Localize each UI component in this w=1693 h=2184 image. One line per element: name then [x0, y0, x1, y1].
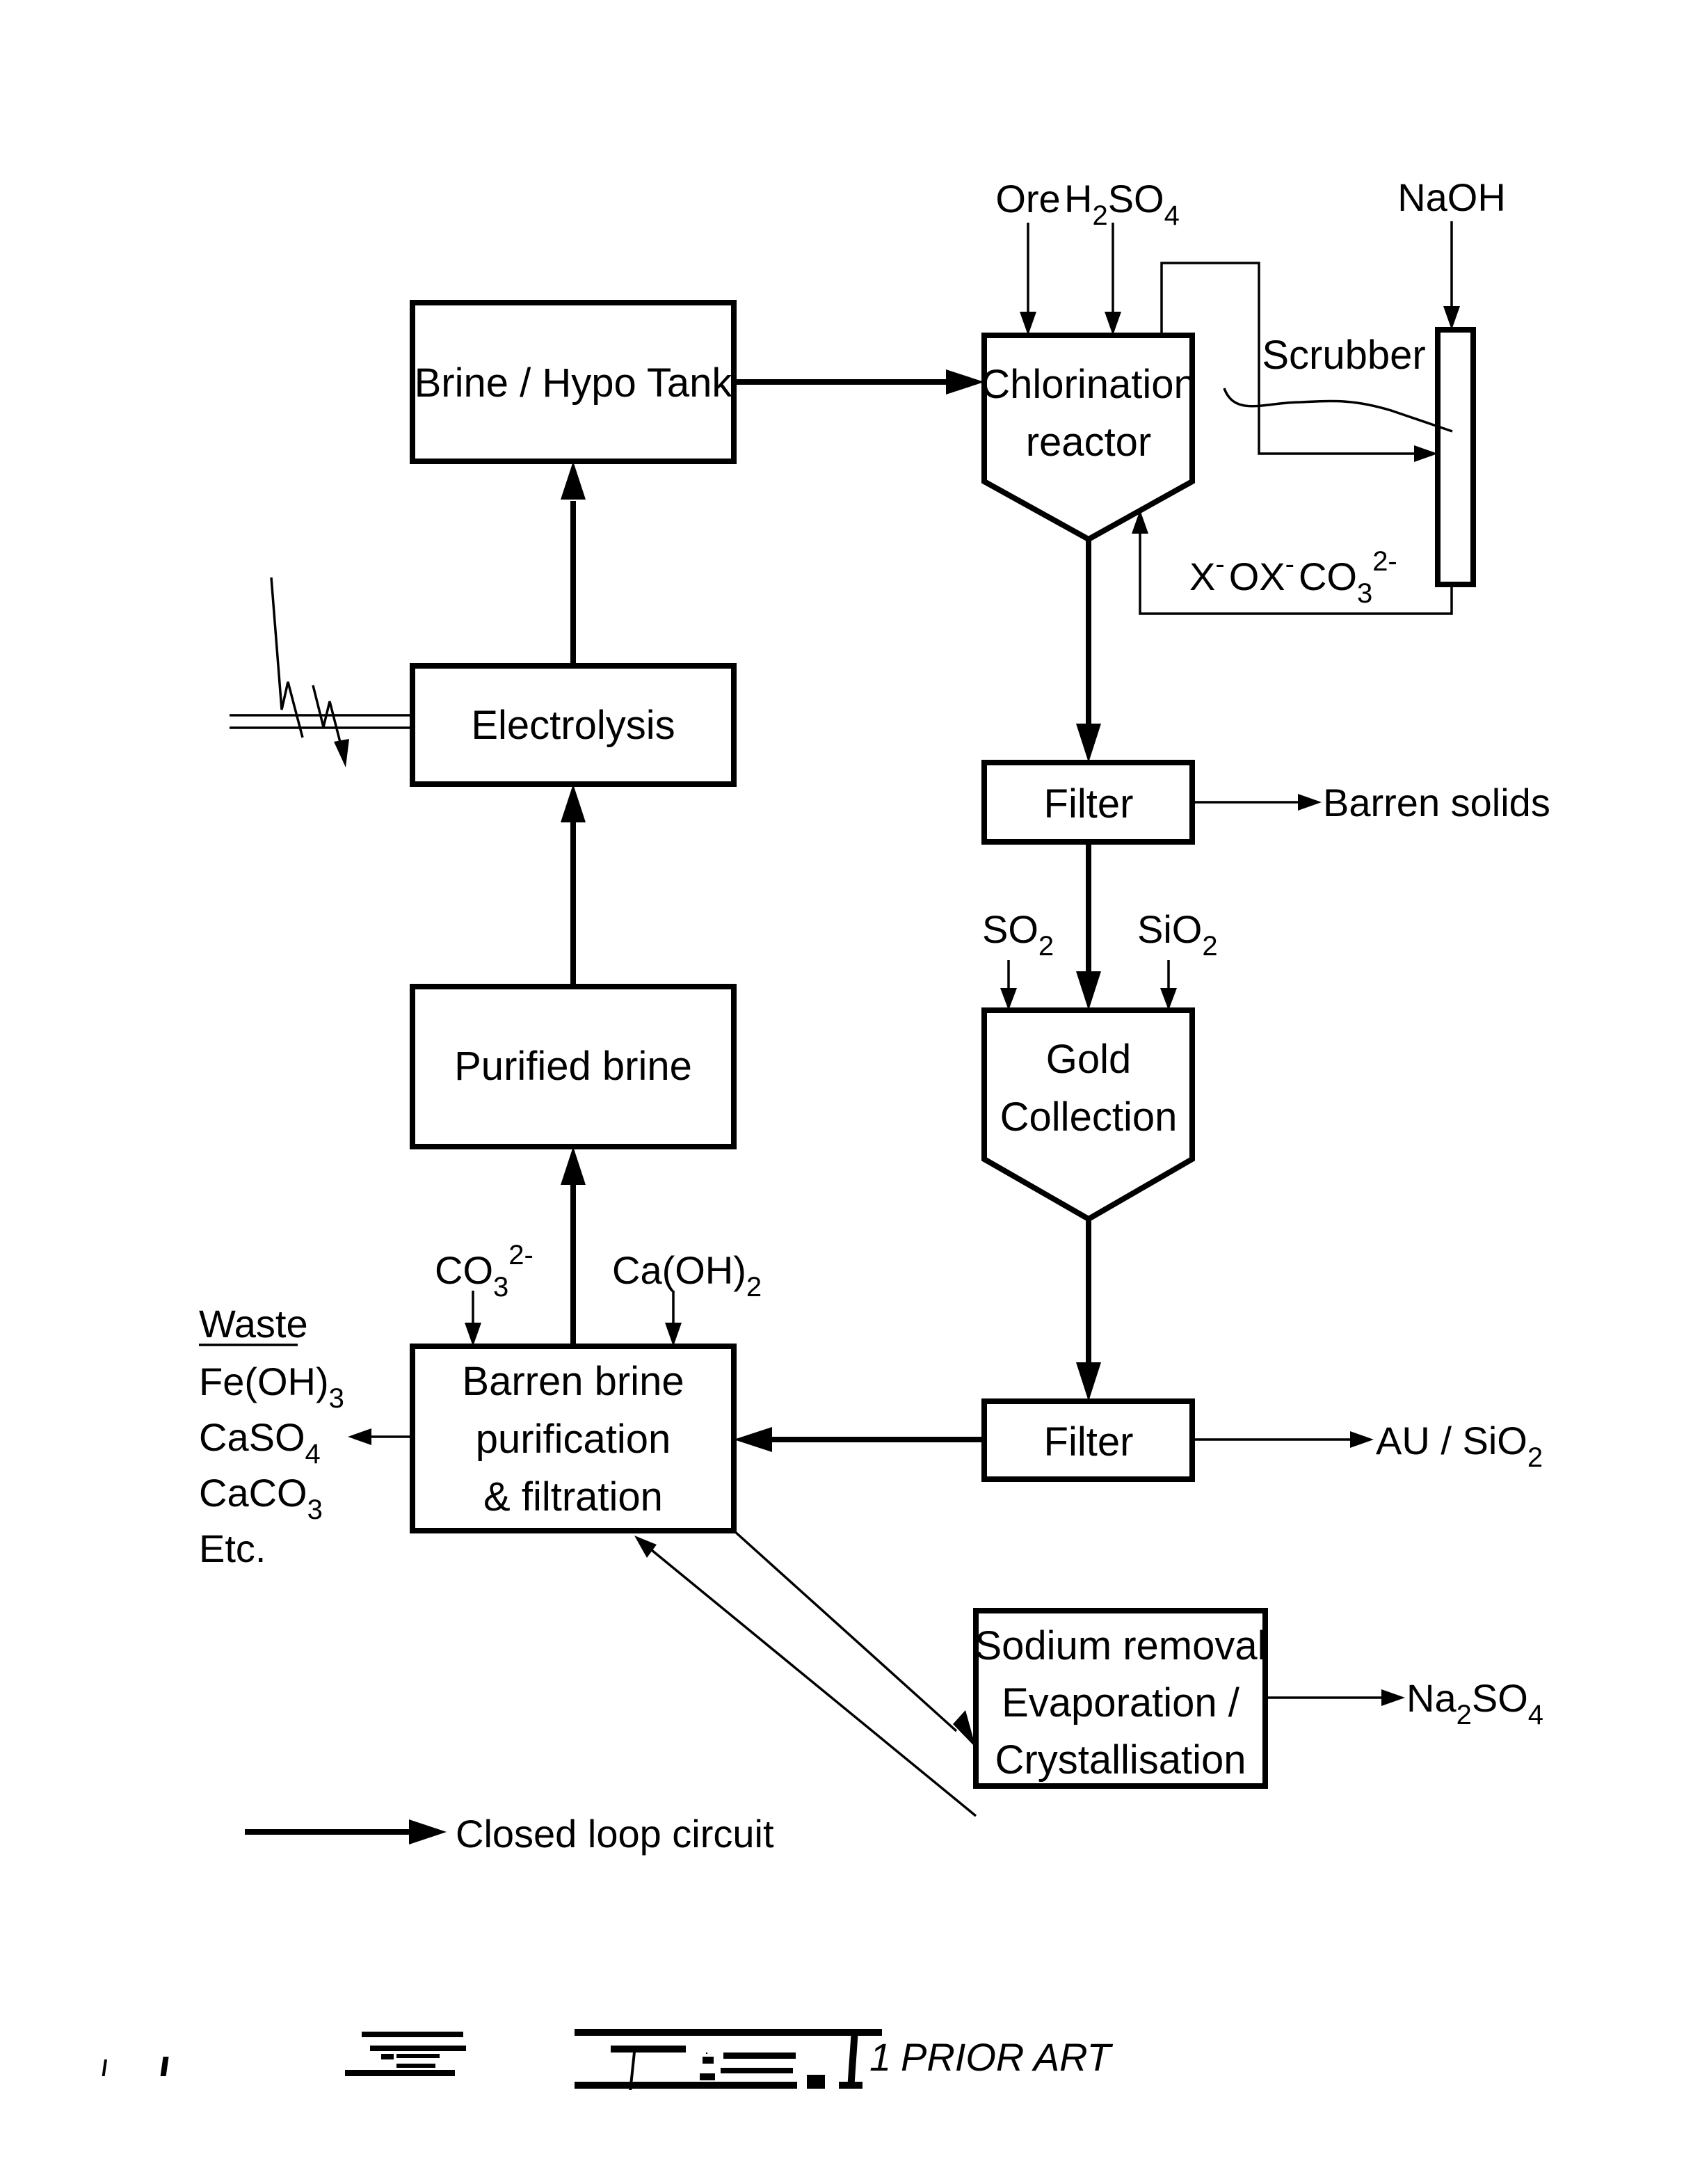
arrowhead-icon: [465, 1323, 481, 1346]
arrowhead-icon: [1076, 724, 1101, 763]
barren-brine-label-line-3: & filtration: [483, 1474, 663, 1520]
electrolysis-unit: Electrolysis: [410, 663, 737, 787]
h2so4-label: H2SO4: [1064, 177, 1180, 231]
electrolysis-label: Electrolysis: [471, 703, 675, 748]
input-sio2: SiO2: [1137, 907, 1218, 1010]
gold-collection-label-line-2: Collection: [1000, 1094, 1178, 1140]
brine-hypo-tank-unit: Brine / Hypo Tank: [410, 300, 737, 464]
flow-scrubber-return-to-reactor: X- OX- CO32-: [1132, 510, 1453, 615]
legend: Closed loop circuit: [245, 1812, 774, 1856]
sio2-label: SiO2: [1137, 907, 1218, 962]
caption-dot: [160, 2057, 169, 2076]
sodium-removal-label-line-2: Evaporation /: [1002, 1680, 1240, 1725]
filter-2-unit: Filter: [981, 1398, 1195, 1482]
caption-prior-art: PRIOR ART: [901, 2035, 1114, 2079]
caoh2-label: Ca(OH)2: [612, 1248, 762, 1302]
arrowhead-icon: [1381, 1689, 1405, 1706]
na2so4-label: Na2SO4: [1406, 1676, 1543, 1730]
flow-electrolysis-to-brine-tank: [561, 461, 586, 666]
waste-item: CaCO3: [199, 1471, 323, 1525]
ore-label: Ore: [995, 177, 1060, 221]
flow-sodium-removal-to-barren-brine: [634, 1536, 977, 1817]
input-naoh: NaOH: [1397, 175, 1506, 330]
output-barren-solids: Barren solids: [1192, 781, 1550, 824]
output-na2so4: Na2SO4: [1265, 1676, 1543, 1730]
input-caoh2: Ca(OH)2: [612, 1248, 762, 1346]
gold-collection-unit: Gold Collection: [981, 1007, 1195, 1222]
flow-filter-2-to-barren-brine: [734, 1427, 984, 1452]
input-ore: Ore: [995, 177, 1061, 335]
legend-closed-loop-label: Closed loop circuit: [456, 1812, 774, 1856]
barren-solids-label: Barren solids: [1323, 781, 1550, 824]
scrubber-return-label: X- OX- CO32-: [1189, 546, 1397, 609]
filter-1-unit: Filter: [981, 760, 1195, 845]
purified-brine-unit: Purified brine: [410, 984, 737, 1149]
arrowhead-icon: [953, 1710, 976, 1748]
caption-number: 1: [869, 2035, 891, 2079]
flow-barren-brine-to-purified-brine: [561, 1147, 586, 1346]
output-waste: Waste Fe(OH)3 CaSO4 CaCO3 Etc.: [199, 1302, 412, 1570]
barren-brine-label-line-2: purification: [476, 1417, 671, 1462]
arrowhead-icon: [409, 1819, 447, 1844]
so2-label: SO2: [982, 907, 1054, 962]
arrowhead-icon: [1350, 1431, 1374, 1448]
arrowhead-icon: [1076, 1362, 1101, 1401]
input-so2: SO2: [982, 907, 1054, 1010]
arrowhead-icon: [348, 1428, 371, 1445]
flow-gold-collection-to-filter-2: [1076, 1219, 1101, 1401]
barren-brine-label-line-1: Barren brine: [462, 1359, 684, 1404]
arrowhead-icon: [1298, 794, 1322, 811]
figure-caption: 1 PRIOR ART: [102, 2032, 1114, 2079]
lightning-bolt-icon: [270, 577, 304, 738]
process-flow-diagram: Brine / Hypo Tank Electrolysis Purified …: [102, 175, 1550, 2090]
arrowhead-icon: [334, 739, 349, 767]
fig-glyph: [102, 2032, 707, 2076]
flow-purified-brine-to-electrolysis: [561, 784, 586, 987]
arrowhead-icon: [946, 369, 984, 394]
scrubber-unit: Scrubber: [1223, 327, 1476, 587]
waste-item: CaSO4: [199, 1415, 321, 1469]
arrowhead-icon: [1000, 988, 1017, 1010]
filter-2-label: Filter: [1044, 1419, 1134, 1465]
power-input: [230, 577, 412, 767]
waste-item: Fe(OH)3: [199, 1360, 344, 1414]
input-co3: CO32-: [435, 1240, 533, 1346]
scrubber-column: [1435, 327, 1476, 587]
output-au-sio2: AU / SiO2: [1192, 1419, 1543, 1473]
arrowhead-icon: [665, 1323, 682, 1346]
arrowhead-icon: [561, 784, 586, 822]
arrowhead-icon: [1160, 988, 1177, 1010]
barren-brine-unit: Barren brine purification & filtration: [410, 1344, 737, 1533]
brine-hypo-tank-label: Brine / Hypo Tank: [415, 360, 733, 406]
arrowhead-icon: [634, 1536, 657, 1558]
co3-label: CO32-: [435, 1240, 533, 1302]
sodium-removal-unit: Sodium removal Evaporation / Crystallisa…: [973, 1608, 1268, 1789]
naoh-label: NaOH: [1397, 175, 1506, 219]
flow-filter-1-to-gold-collection: [1076, 842, 1101, 1010]
chlorination-reactor-unit: Chlorination reactor: [981, 333, 1196, 543]
flow-brine-tank-to-chlorination: [734, 369, 984, 394]
arrowhead-icon: [561, 461, 586, 500]
fig-caption-glyph: [575, 2029, 882, 2090]
purified-brine-label: Purified brine: [454, 1044, 692, 1089]
arrowhead-icon: [1414, 445, 1438, 462]
waste-heading: Waste: [199, 1302, 308, 1346]
chlorination-reactor-label-line-1: Chlorination: [981, 362, 1196, 407]
sodium-removal-label-line-3: Crystallisation: [995, 1737, 1246, 1783]
au-sio2-label: AU / SiO2: [1376, 1419, 1543, 1473]
sodium-removal-label-line-1: Sodium removal: [974, 1623, 1266, 1668]
chlorination-reactor-label-line-2: reactor: [1026, 420, 1152, 465]
gold-collection-label-line-1: Gold: [1046, 1037, 1132, 1082]
arrowhead-icon: [1105, 312, 1121, 335]
scrubber-label: Scrubber: [1262, 333, 1425, 378]
waste-item: Etc.: [199, 1527, 266, 1570]
filter-1-label: Filter: [1044, 781, 1134, 827]
arrowhead-icon: [1076, 971, 1101, 1010]
flow-chlorination-to-filter-1: [1076, 539, 1101, 763]
arrowhead-icon: [1443, 306, 1460, 330]
arrowhead-icon: [734, 1427, 772, 1452]
arrowhead-icon: [1020, 312, 1036, 335]
arrowhead-icon: [561, 1147, 586, 1185]
